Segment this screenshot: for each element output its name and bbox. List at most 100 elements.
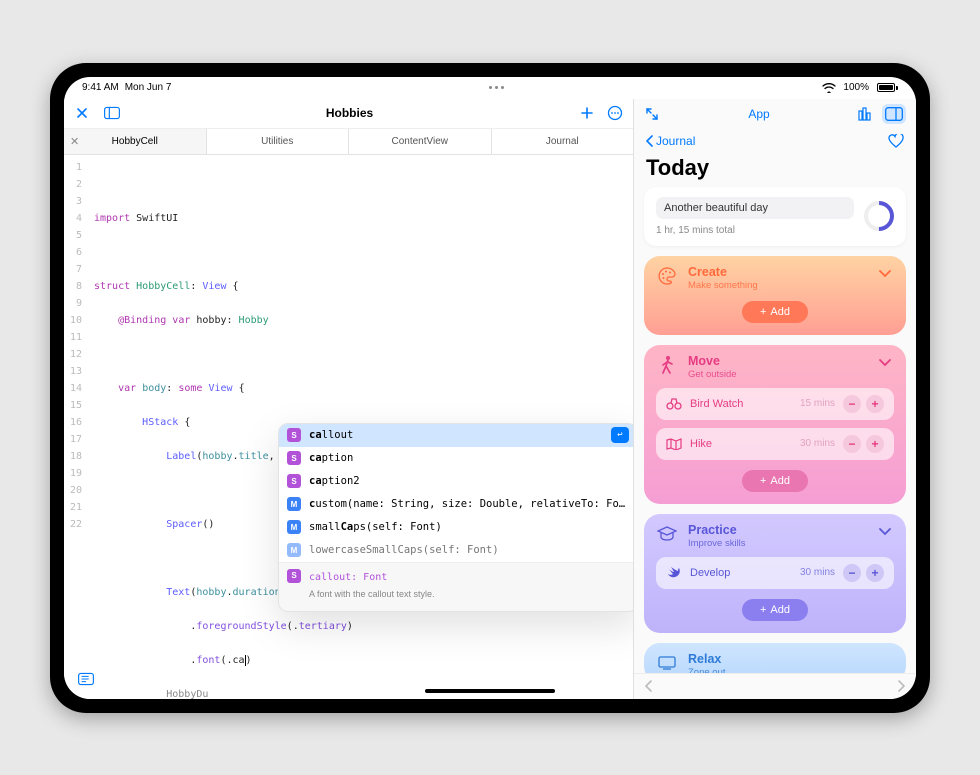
- activity-row[interactable]: Develop 30 mins − +: [656, 557, 894, 589]
- plus-icon: +: [760, 475, 766, 487]
- minus-button[interactable]: −: [843, 564, 861, 582]
- autocomplete-detail-sub: A font with the callout text style.: [309, 586, 435, 603]
- activity-duration: 30 mins: [800, 438, 835, 449]
- plus-icon: +: [760, 604, 766, 616]
- autocomplete-item[interactable]: S caption2: [279, 470, 633, 493]
- autocomplete-detail-title: callout: Font: [309, 569, 435, 586]
- journal-text-input[interactable]: Another beautiful day: [656, 197, 854, 219]
- wifi-icon: [821, 80, 837, 96]
- plus-icon[interactable]: [579, 105, 595, 121]
- activity-duration: 15 mins: [800, 398, 835, 409]
- next-arrow-icon[interactable]: [896, 679, 906, 693]
- back-button[interactable]: Journal: [646, 134, 695, 148]
- total-duration-label: 1 hr, 15 mins total: [656, 225, 854, 236]
- hobby-card-relax: Relax Zone out: [644, 643, 906, 673]
- struct-badge-icon: S: [287, 474, 301, 488]
- heart-icon[interactable]: [888, 133, 904, 149]
- hobby-card-create: Create Make something +Add: [644, 256, 906, 335]
- tab-label: HobbyCell: [112, 136, 158, 147]
- tab-contentview[interactable]: ContentView: [349, 129, 492, 154]
- walk-figure-icon: [656, 354, 678, 376]
- graduation-cap-icon: [656, 523, 678, 545]
- struct-badge-icon: S: [287, 451, 301, 465]
- card-subtitle: Make something: [688, 280, 866, 291]
- screen: 9:41 AM Mon Jun 7 100%: [64, 77, 916, 699]
- binoculars-icon: [666, 396, 682, 412]
- minus-button[interactable]: −: [843, 395, 861, 413]
- hobby-card-move: Move Get outside Bird Watch 15 mins −: [644, 345, 906, 504]
- home-indicator[interactable]: [425, 689, 555, 693]
- close-icon[interactable]: [74, 105, 90, 121]
- autocomplete-item[interactable]: S callout ↩: [279, 424, 633, 447]
- quantity-stepper: − +: [843, 395, 884, 413]
- activity-name: Develop: [690, 567, 792, 579]
- code-editor-pane: Hobbies ✕ HobbyCell U: [64, 99, 634, 699]
- library-icon[interactable]: [858, 106, 874, 122]
- autocomplete-item[interactable]: M lowercaseSmallCaps(self: Font): [279, 539, 633, 562]
- preview-nav: Journal: [644, 129, 906, 153]
- doc-actions-icon[interactable]: [78, 671, 94, 687]
- tab-label: ContentView: [391, 136, 448, 147]
- battery-pct: 100%: [843, 82, 869, 93]
- method-badge-icon: M: [287, 543, 301, 557]
- preview-app-label[interactable]: App: [660, 107, 858, 121]
- preview-paging: [634, 673, 916, 699]
- status-date: Mon Jun 7: [125, 82, 172, 93]
- activity-row[interactable]: Bird Watch 15 mins − +: [656, 388, 894, 420]
- preview-mode-toggle[interactable]: [882, 104, 906, 124]
- autocomplete-popup[interactable]: S callout ↩ S caption S caption2: [278, 423, 633, 612]
- activity-duration: 30 mins: [800, 567, 835, 578]
- card-subtitle: Get outside: [688, 369, 866, 380]
- line-gutter: 12345678910111213141516171819202122: [64, 155, 88, 699]
- add-button[interactable]: +Add: [742, 470, 808, 492]
- plus-button[interactable]: +: [866, 395, 884, 413]
- summary-card: Another beautiful day 1 hr, 15 mins tota…: [644, 187, 906, 246]
- plus-button[interactable]: +: [866, 435, 884, 453]
- sidebar-toggle-icon[interactable]: [104, 105, 120, 121]
- card-subtitle: Zone out: [688, 667, 894, 673]
- preview-content: Journal Today Another beautiful day 1 hr…: [634, 129, 916, 673]
- tab-label: Utilities: [261, 136, 293, 147]
- plus-button[interactable]: +: [866, 564, 884, 582]
- plus-icon: +: [760, 306, 766, 318]
- card-title: Create: [688, 265, 866, 279]
- editor-tabs: ✕ HobbyCell Utilities ContentView Journa…: [64, 129, 633, 155]
- swift-bird-icon: [666, 565, 682, 581]
- activity-name: Bird Watch: [690, 398, 792, 410]
- add-button[interactable]: +Add: [742, 301, 808, 323]
- autocomplete-item[interactable]: M smallCaps(self: Font): [279, 516, 633, 539]
- chevron-down-icon[interactable]: [876, 523, 894, 541]
- minus-button[interactable]: −: [843, 435, 861, 453]
- multitask-dots-icon[interactable]: [489, 86, 504, 89]
- prev-arrow-icon[interactable]: [644, 679, 654, 693]
- code-body[interactable]: 12345678910111213141516171819202122 impo…: [64, 155, 633, 699]
- page-title: Today: [644, 153, 906, 187]
- expand-arrows-icon[interactable]: [644, 106, 660, 122]
- autocomplete-item[interactable]: M custom(name: String, size: Double, rel…: [279, 493, 633, 516]
- ipad-frame: 9:41 AM Mon Jun 7 100%: [50, 63, 930, 713]
- method-badge-icon: M: [287, 520, 301, 534]
- method-badge-icon: M: [287, 497, 301, 511]
- tab-label: Journal: [546, 136, 579, 147]
- autocomplete-footer: S callout: Font A font with the callout …: [279, 562, 633, 611]
- card-title: Practice: [688, 523, 866, 537]
- autocomplete-item[interactable]: S caption: [279, 447, 633, 470]
- app-preview-pane: App Journal: [634, 99, 916, 699]
- map-icon: [666, 436, 682, 452]
- tab-close-icon[interactable]: ✕: [70, 135, 79, 148]
- tab-hobbycell[interactable]: ✕ HobbyCell: [64, 129, 207, 154]
- tab-utilities[interactable]: Utilities: [207, 129, 350, 154]
- card-title: Relax: [688, 652, 894, 666]
- tab-journal[interactable]: Journal: [492, 129, 634, 154]
- add-button[interactable]: +Add: [742, 599, 808, 621]
- return-key-icon[interactable]: ↩: [611, 427, 629, 443]
- tv-icon: [656, 652, 678, 673]
- struct-badge-icon: S: [287, 428, 301, 442]
- status-time: 9:41 AM: [82, 82, 119, 93]
- chevron-down-icon[interactable]: [876, 354, 894, 372]
- hobby-card-practice: Practice Improve skills Develop 30 mins …: [644, 514, 906, 633]
- activity-row[interactable]: Hike 30 mins − +: [656, 428, 894, 460]
- card-subtitle: Improve skills: [688, 538, 866, 549]
- chevron-down-icon[interactable]: [876, 265, 894, 283]
- more-ellipsis-icon[interactable]: [607, 105, 623, 121]
